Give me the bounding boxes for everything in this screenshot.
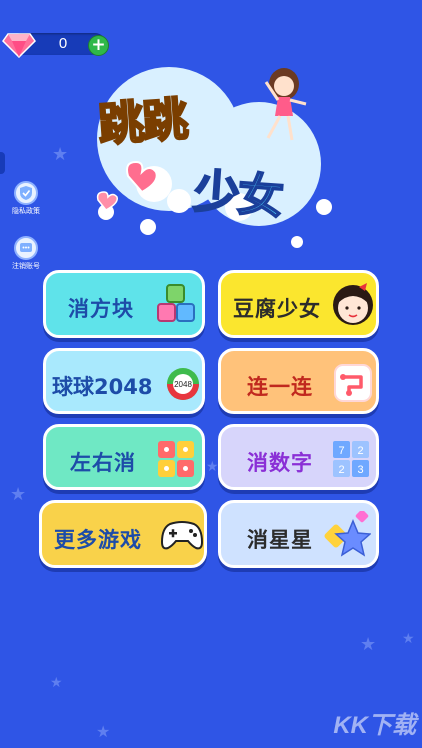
side-drawer-handle[interactable] bbox=[0, 152, 5, 174]
privacy-policy-label: 隐私政策 bbox=[12, 207, 40, 215]
background-star-icon: ★ bbox=[96, 722, 111, 741]
game-button-qiuqiu2048[interactable]: 球球2048 2048 bbox=[43, 348, 205, 414]
game-label: 连一连 bbox=[247, 375, 313, 399]
add-gems-button[interactable]: + bbox=[88, 35, 109, 56]
game-button-xiaoxingxing[interactable]: 消星星 bbox=[218, 500, 379, 568]
background-star-icon: ★ bbox=[402, 631, 415, 647]
diamond-icon bbox=[2, 33, 36, 58]
game-label: 消方块 bbox=[68, 297, 134, 321]
game-label: 左右消 bbox=[70, 451, 136, 475]
shield-check-icon bbox=[14, 181, 38, 205]
tile-digit: 2 bbox=[338, 464, 344, 476]
privacy-policy-button[interactable]: 隐私政策 bbox=[10, 181, 42, 216]
game-label: 消星星 bbox=[247, 528, 313, 552]
number-tiles-icon: 7 2 2 3 bbox=[333, 441, 369, 477]
blocks-icon bbox=[157, 284, 195, 322]
game-logo: 跳跳 少女 bbox=[84, 64, 334, 264]
background-star-icon: ★ bbox=[206, 459, 219, 475]
background-star-icon: ★ bbox=[50, 675, 63, 691]
game-label: 豆腐少女 bbox=[233, 297, 321, 321]
background-star-icon: ★ bbox=[10, 484, 27, 505]
game-button-doufushaonv[interactable]: 豆腐少女 bbox=[218, 270, 379, 338]
ball-2048-text: 2048 bbox=[174, 380, 192, 389]
background-star-icon: ★ bbox=[52, 144, 69, 165]
tile-digit: 2 bbox=[357, 445, 363, 457]
game-label: 球球2048 bbox=[52, 375, 153, 399]
cancel-account-label: 注销账号 bbox=[12, 262, 40, 270]
watermark: KK下载 bbox=[333, 712, 416, 739]
game-button-more-games[interactable]: 更多游戏 bbox=[39, 500, 207, 568]
game-label: 更多游戏 bbox=[54, 528, 142, 552]
dice-blocks-icon bbox=[158, 441, 194, 477]
connect-path-icon bbox=[334, 364, 372, 402]
stars-icon bbox=[324, 511, 371, 557]
cancel-account-button[interactable]: 注销账号 bbox=[10, 236, 42, 271]
tile-digit: 3 bbox=[357, 464, 363, 476]
logo-text-line1: 跳跳 bbox=[95, 91, 189, 153]
gem-count: 0 bbox=[58, 35, 68, 52]
game-label: 消数字 bbox=[247, 451, 313, 475]
chat-bubble-icon bbox=[14, 236, 38, 260]
game-button-xiaoshuzi[interactable]: 消数字 7 2 2 3 bbox=[218, 424, 379, 490]
tile-digit: 7 bbox=[338, 445, 344, 457]
game-button-xiaofangkuai[interactable]: 消方块 bbox=[43, 270, 205, 338]
game-button-lianyilian[interactable]: 连一连 bbox=[218, 348, 379, 414]
game-button-zuoyouxiao[interactable]: 左右消 bbox=[43, 424, 205, 490]
logo-text-line2: 少女 bbox=[191, 163, 285, 225]
background-star-icon: ★ bbox=[360, 634, 377, 655]
ball-2048-icon: 2048 bbox=[167, 368, 199, 400]
gamepad-icon bbox=[160, 521, 204, 550]
girl-face-icon bbox=[333, 283, 373, 325]
